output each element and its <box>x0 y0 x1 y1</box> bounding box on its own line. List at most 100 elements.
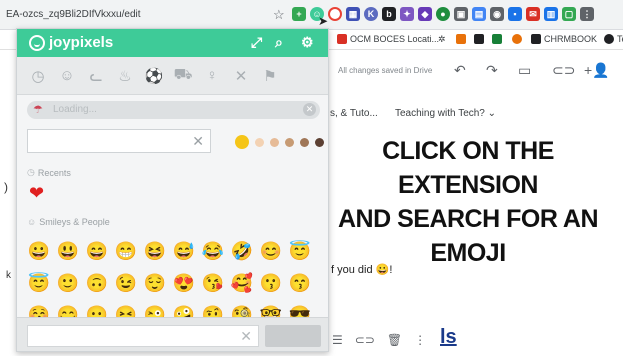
redo-icon[interactable]: ↷ <box>486 62 498 79</box>
extension-leaf-icon[interactable]: ● <box>436 7 450 21</box>
teaching-menu[interactable]: Teaching with Tech? ⌄ <box>395 108 496 119</box>
extension-plus-icon[interactable]: + <box>292 7 306 21</box>
docs-toolbar: All changes saved in Drive ↶ ↷ ▭ ⊂⊃ +👤 <box>330 58 623 86</box>
smiley-category-icon[interactable]: ☺ <box>56 65 78 87</box>
recent-heart-emoji[interactable]: ❤ <box>29 183 44 204</box>
emoji-cell[interactable]: 🥰 <box>230 271 254 295</box>
bookmark-snowflake-icon[interactable]: ✲ <box>438 34 446 45</box>
more-vert-icon[interactable]: ⋮ <box>414 333 426 347</box>
emoji-cell[interactable]: 🙂 <box>56 271 80 295</box>
add-person-icon[interactable]: +👤 <box>584 62 610 79</box>
bookmark-green-icon[interactable] <box>492 34 502 44</box>
extension-grid-icon[interactable]: ▦ <box>346 7 360 21</box>
extension-k-icon[interactable]: K <box>364 7 378 21</box>
extension-b-icon[interactable]: b <box>382 7 396 21</box>
extension-camera-icon[interactable]: ◉ <box>490 7 504 21</box>
emoji-cell[interactable]: 😘 <box>201 271 225 295</box>
skin-tone-medium-dark[interactable] <box>300 137 309 147</box>
undo-icon[interactable]: ↶ <box>454 62 466 79</box>
emoji-cell[interactable]: 😃 <box>56 239 80 263</box>
doc-text-line: f you did 😀! <box>331 264 393 276</box>
emoji-cell[interactable]: 😗 <box>259 271 283 295</box>
trash-icon[interactable]: 🗑 <box>387 333 402 347</box>
food-category-icon[interactable]: ♨ <box>114 65 136 87</box>
popup-header: joypixels ⤢ ⌕ ⚙ <box>17 29 328 57</box>
emoji-cell[interactable]: 😁 <box>114 239 138 263</box>
copy-button[interactable] <box>265 325 321 347</box>
emoji-cell[interactable]: 😌 <box>143 271 167 295</box>
bookmark-item[interactable]: OCM BOCES Locati... <box>337 34 439 44</box>
travel-category-icon[interactable]: ⛟ <box>172 65 194 87</box>
settings-gear-icon[interactable]: ⚙ <box>301 34 314 51</box>
emoji-search-input[interactable]: ✕ <box>27 129 211 153</box>
joypixels-logo-icon <box>29 34 45 51</box>
bookmark-icon <box>604 34 614 44</box>
emoji-output-field[interactable]: ✕ <box>27 325 259 347</box>
bottom-tools: ☰ ⊂⊃ 🗑 ⋮ <box>332 333 426 347</box>
link-icon[interactable]: ⊂⊃ <box>552 62 575 79</box>
bookmark-icon <box>337 34 347 44</box>
page: EA-ozcs_zq9Bli2DIfVkxxu/edit ☆ + ☺ ▦ K b… <box>0 0 623 356</box>
extension-puzzle-icon[interactable]: ✦ <box>400 7 414 21</box>
emoji-cell[interactable]: 😂 <box>201 239 225 263</box>
symbols-category-icon[interactable]: ✕ <box>230 65 252 87</box>
expand-icon[interactable]: ⤢ <box>251 34 262 51</box>
extension-square-icon[interactable]: ▣ <box>454 7 468 21</box>
emoji-cell[interactable]: 😅 <box>172 239 196 263</box>
extension-ring-icon[interactable] <box>328 7 342 21</box>
emoji-cell[interactable]: 😄 <box>85 239 109 263</box>
smiley-icon: ☺ <box>27 217 37 227</box>
extension-panel-icon[interactable]: ▥ <box>544 7 558 21</box>
loading-rainbow-icon: ☂ <box>33 104 43 116</box>
emoji-cell[interactable]: 😉 <box>114 271 138 295</box>
animal-category-icon[interactable]: ᓚ <box>85 65 107 87</box>
emoji-cell[interactable]: 😊 <box>259 239 283 263</box>
link-icon[interactable]: ⊂⊃ <box>355 333 375 347</box>
skin-tone-default[interactable] <box>235 135 249 149</box>
search-icon[interactable]: ⌕ <box>275 34 283 51</box>
bookmark-circle-icon[interactable] <box>512 34 522 44</box>
objects-category-icon[interactable]: ♀ <box>201 65 223 87</box>
skin-tone-light[interactable] <box>255 137 264 147</box>
extension-blue-icon[interactable]: ▪ <box>508 7 522 21</box>
clear-search-icon[interactable]: ✕ <box>192 133 204 150</box>
emoji-cell[interactable]: 😀 <box>27 239 51 263</box>
bookmark-dark-icon[interactable] <box>474 34 484 44</box>
recents-label: ◷ Recents <box>27 167 71 178</box>
address-bar[interactable]: EA-ozcs_zq9Bli2DIfVkxxu/edit <box>6 9 141 20</box>
close-icon[interactable]: ✕ <box>303 103 316 116</box>
list-icon[interactable]: ☰ <box>332 333 343 347</box>
recent-clock-icon[interactable]: ◷ <box>27 65 49 87</box>
bookmark-item[interactable]: Te <box>604 34 623 44</box>
skin-tone-dark[interactable] <box>315 137 324 147</box>
extension-red-icon[interactable]: ✉ <box>526 7 540 21</box>
emoji-cell[interactable]: 😇 <box>27 271 51 295</box>
emoji-cell[interactable]: 😆 <box>143 239 167 263</box>
present-icon[interactable]: ▭ <box>518 62 531 79</box>
activity-category-icon[interactable]: ⚽ <box>143 65 165 87</box>
joypixels-logo: joypixels <box>29 34 113 51</box>
bookmark-orange-icon[interactable] <box>456 34 466 44</box>
bookmark-star-icon[interactable]: ☆ <box>273 7 285 23</box>
extension-menu-icon[interactable]: ⋮ <box>580 7 594 21</box>
left-text: k <box>6 270 11 281</box>
breadcrumb[interactable]: s, & Tuto... <box>330 108 378 119</box>
emoji-cell[interactable]: 😍 <box>172 271 196 295</box>
skin-tone-selector <box>235 135 324 149</box>
emoji-cell[interactable]: 🤣 <box>230 239 254 263</box>
skin-tone-medium[interactable] <box>285 137 294 147</box>
emoji-cell[interactable]: 🙃 <box>85 271 109 295</box>
emoji-grid: 😀 😃 😄 😁 😆 😅 😂 🤣 😊 😇 😇 🙂 🙃 😉 😌 😍 😘 🥰 😗 😙 😚 😋 😛 😝 😜 🤪 🤨 🧐 🤓 😎 <box>27 239 323 327</box>
smileys-label: ☺ Smileys & People <box>27 217 110 227</box>
emoji-cell[interactable]: 😙 <box>288 271 312 295</box>
extension-doc-icon[interactable]: ▤ <box>472 7 486 21</box>
extensions-row: + ☺ ▦ K b ✦ ◆ ● ▣ ▤ ◉ ▪ ✉ ▥ ▢ ⋮ <box>292 7 594 23</box>
popup-footer: ✕ <box>17 317 328 351</box>
clear-output-icon[interactable]: ✕ <box>240 328 252 345</box>
bookmark-item[interactable]: CHRMBOOK <box>531 34 597 44</box>
extension-shield-icon[interactable]: ◆ <box>418 7 432 21</box>
skin-tone-medium-light[interactable] <box>270 137 279 147</box>
emoji-cell[interactable]: 😇 <box>288 239 312 263</box>
flags-category-icon[interactable]: ⚑ <box>259 65 281 87</box>
extension-green-icon[interactable]: ▢ <box>562 7 576 21</box>
